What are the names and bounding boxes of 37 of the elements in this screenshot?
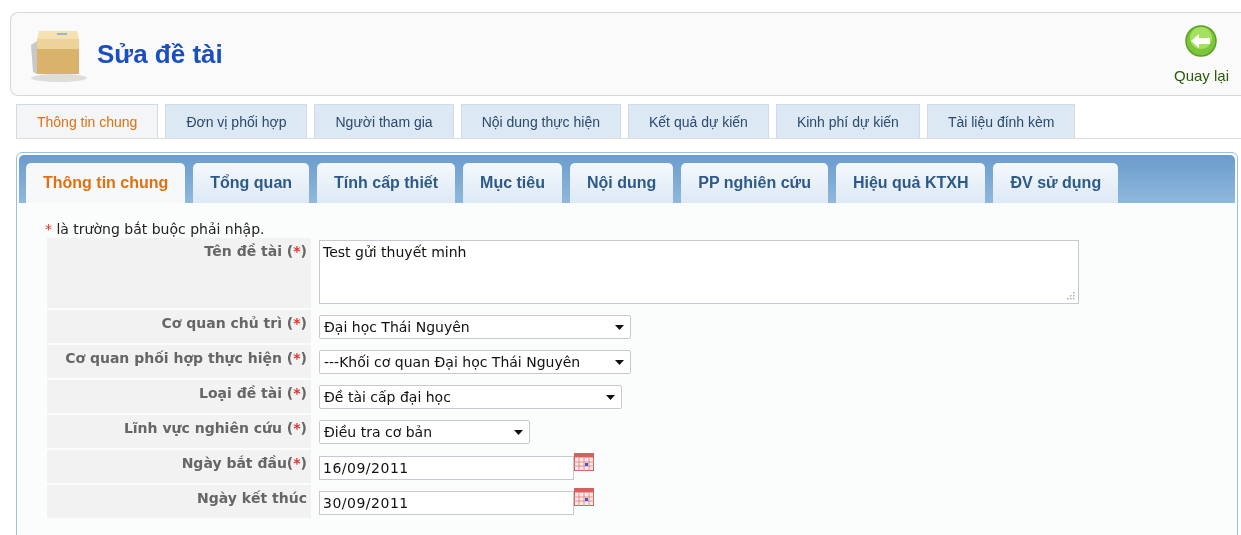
tab[interactable]: Nội dung thực hiện [460, 104, 621, 138]
field-label: Cơ quan chủ trì (*) [47, 310, 311, 343]
caret-icon [615, 359, 624, 365]
tab[interactable]: Người tham gia [314, 104, 454, 138]
tab[interactable]: Tổng quan [193, 163, 310, 203]
tab[interactable]: Nội dung [569, 163, 674, 203]
caret-icon [606, 394, 615, 400]
dropdown[interactable]: Điều tra cơ bản [319, 420, 530, 444]
date-field[interactable]: 30/09/2011 [319, 491, 574, 515]
dropdown[interactable]: Đại học Thái Nguyên [319, 315, 631, 339]
tab[interactable]: Mục tiêu [463, 163, 562, 203]
resize-grip-icon[interactable] [1067, 292, 1075, 300]
field-label: Tên đề tài (*) [47, 238, 311, 308]
tab[interactable]: Tính cấp thiết [317, 163, 456, 203]
tab[interactable]: PP nghiên cứu [681, 163, 828, 203]
caret-icon [615, 324, 624, 330]
tab[interactable]: Hiệu quả KTXH [835, 163, 986, 203]
field-label: Lĩnh vực nghiên cứu (*) [47, 415, 311, 448]
dropdown[interactable]: Đề tài cấp đại học [319, 385, 622, 409]
tab[interactable]: Kinh phí dự kiến [775, 104, 920, 138]
field-label: Cơ quan phối hợp thực hiện (*) [47, 345, 311, 378]
field-label: Ngày kết thúc [47, 485, 311, 518]
date-field[interactable]: 16/09/2011 [319, 456, 574, 480]
tab[interactable]: Đơn vị phối hợp [165, 104, 308, 138]
caret-icon [514, 429, 523, 435]
tab[interactable]: Kết quả dự kiến [628, 104, 769, 138]
tab[interactable]: Tài liệu đính kèm [926, 104, 1076, 138]
tab[interactable]: ĐV sử dụng [993, 163, 1119, 203]
field-label: Loại đề tài (*) [47, 380, 311, 413]
required-note: * là trường bắt buộc phải nhập. [45, 221, 266, 237]
text-area[interactable]: Test gửi thuyết minh [319, 240, 1079, 304]
field-label: Ngày bắt đầu(*) [47, 450, 311, 483]
dropdown[interactable]: ---Khối cơ quan Đại học Thái Nguyên [319, 350, 631, 374]
page-title: Sửa đề tài [97, 38, 223, 70]
calendar-icon[interactable] [574, 488, 594, 506]
back-button[interactable]: Quay lại [1173, 24, 1229, 84]
calendar-icon[interactable] [574, 453, 594, 471]
